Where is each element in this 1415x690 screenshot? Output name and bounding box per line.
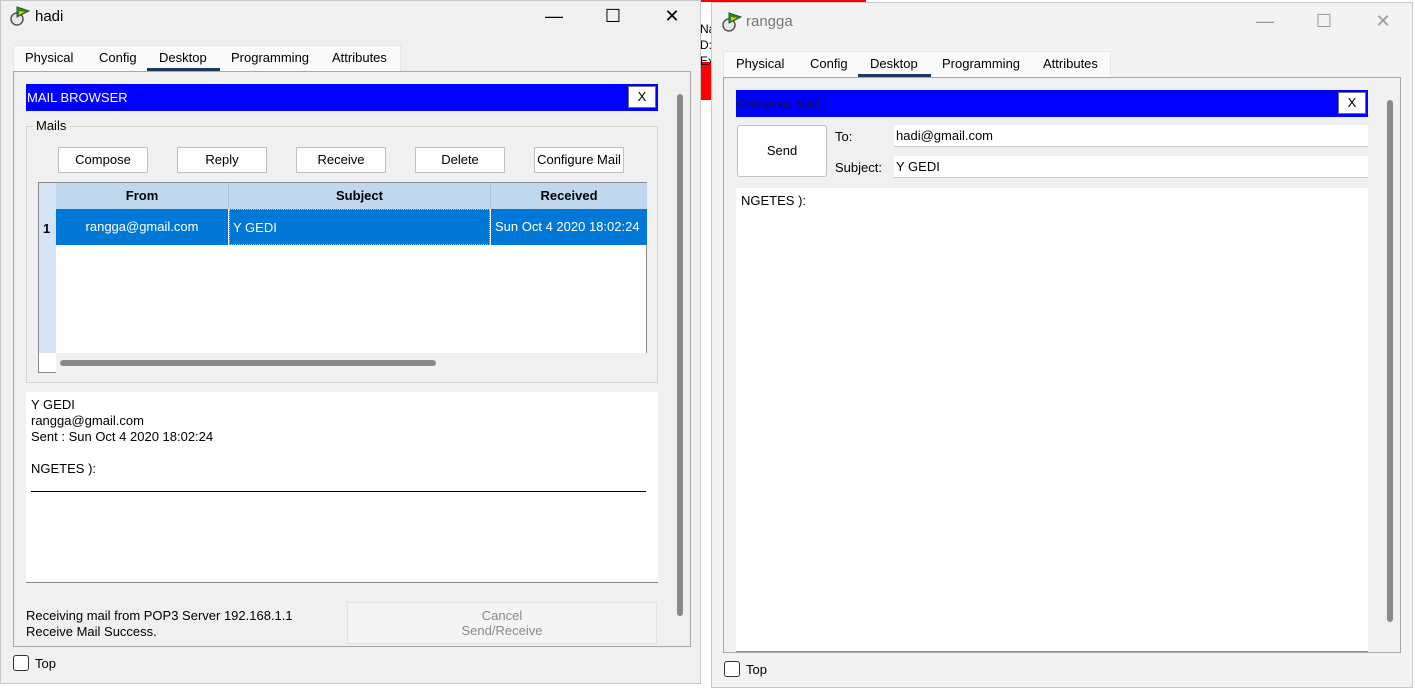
delete-button[interactable]: Delete: [415, 147, 505, 173]
cancel-button-label-1: Cancel: [481, 608, 523, 623]
minimize-button[interactable]: —: [1242, 6, 1288, 36]
preview-sent: Sent : Sun Oct 4 2020 18:02:24: [31, 429, 214, 444]
configure-mail-button[interactable]: Configure Mail: [534, 147, 624, 173]
tab-programming[interactable]: Programming: [231, 50, 309, 65]
desktop-panel: Compose Mail X Send To: hadi@gmail.com S…: [723, 77, 1401, 653]
mail-browser-titlebar: MAIL BROWSER: [26, 84, 658, 111]
mail-browser-title: MAIL BROWSER: [27, 90, 128, 105]
tab-physical[interactable]: Physical: [25, 50, 73, 65]
status-line-2: Receive Mail Success.: [26, 624, 157, 639]
to-field[interactable]: hadi@gmail.com: [894, 125, 1368, 147]
preview-bottom-line: [26, 582, 658, 583]
compose-button[interactable]: Compose: [58, 147, 148, 173]
compose-close-button[interactable]: X: [1338, 92, 1366, 114]
mail-preview[interactable]: Y GEDI rangga@gmail.com Sent : Sun Oct 4…: [26, 392, 658, 582]
subject-field[interactable]: Y GEDI: [894, 156, 1368, 178]
status-line-1: Receiving mail from POP3 Server 192.168.…: [26, 608, 293, 623]
tab-attributes[interactable]: Attributes: [332, 50, 387, 65]
vertical-scrollbar[interactable]: [677, 94, 683, 616]
minimize-button[interactable]: —: [531, 1, 577, 31]
mail-body-text: NGETES ):: [741, 193, 807, 208]
window-title: hadi: [35, 8, 64, 25]
to-label: To:: [835, 129, 853, 144]
row-number: 1: [43, 221, 51, 236]
top-checkbox[interactable]: [724, 661, 740, 677]
maximize-button[interactable]: ☐: [590, 1, 636, 31]
tab-bar: Physical Config Desktop Programming Attr…: [723, 51, 1111, 77]
top-label: Top: [746, 662, 767, 677]
cell-subject[interactable]: Y GEDI: [229, 209, 490, 245]
rangga-window: rangga — ☐ ✕ Physical Config Desktop Pro…: [711, 2, 1413, 688]
mail-browser-close-button[interactable]: X: [628, 86, 656, 108]
tab-config[interactable]: Config: [99, 50, 137, 65]
hadi-window: hadi — ☐ ✕ Physical Config Desktop Progr…: [0, 0, 701, 684]
preview-from: rangga@gmail.com: [31, 413, 144, 428]
desktop-panel: MAIL BROWSER X Mails Compose Reply Recei…: [13, 71, 691, 647]
tab-bar: Physical Config Desktop Programming Attr…: [13, 45, 401, 71]
column-header-from[interactable]: From: [56, 183, 229, 209]
close-button[interactable]: ✕: [649, 1, 695, 31]
top-checkbox[interactable]: [13, 655, 29, 671]
send-button[interactable]: Send: [737, 125, 827, 177]
packet-tracer-icon: [10, 6, 31, 26]
column-header-subject[interactable]: Subject: [229, 183, 491, 209]
cancel-button-label-2: Send/Receive: [461, 623, 543, 638]
close-button[interactable]: ✕: [1360, 6, 1406, 36]
packet-tracer-icon: [722, 12, 743, 32]
rangga-titlebar[interactable]: rangga — ☐ ✕: [712, 3, 1412, 37]
window-title: rangga: [746, 13, 793, 30]
column-header-received[interactable]: Received: [491, 183, 647, 209]
cell-from[interactable]: rangga@gmail.com: [56, 209, 228, 245]
preview-divider: [31, 491, 646, 492]
hadi-titlebar[interactable]: hadi — ☐ ✕: [1, 1, 700, 35]
cancel-send-receive-button[interactable]: Cancel Send/Receive: [347, 602, 657, 644]
preview-body: NGETES ):: [31, 461, 97, 476]
receive-button[interactable]: Receive: [296, 147, 386, 173]
compose-mail-title: Compose Mail: [737, 96, 821, 111]
tab-attributes[interactable]: Attributes: [1043, 56, 1098, 71]
preview-subject: Y GEDI: [31, 397, 75, 412]
mails-group: Mails Compose Reply Receive Delete Confi…: [26, 118, 658, 383]
tab-physical[interactable]: Physical: [736, 56, 784, 71]
compose-mail-titlebar: Compose Mail: [736, 90, 1368, 117]
tab-config[interactable]: Config: [810, 56, 848, 71]
horizontal-scrollbar[interactable]: [56, 353, 647, 373]
subject-label: Subject:: [835, 160, 882, 175]
mail-table: From Subject Received 1 rangga@gmail.com…: [38, 182, 647, 373]
scrollbar-thumb[interactable]: [60, 360, 436, 366]
cell-received[interactable]: Sun Oct 4 2020 18:02:24: [491, 209, 647, 245]
row-number-column: [39, 183, 56, 353]
maximize-button[interactable]: ☐: [1301, 6, 1347, 36]
top-label: Top: [35, 656, 56, 671]
tab-desktop[interactable]: Desktop: [159, 50, 207, 65]
vertical-scrollbar[interactable]: [1387, 100, 1393, 622]
mail-body-editor[interactable]: NGETES ):: [736, 188, 1368, 652]
mails-group-label: Mails: [33, 118, 70, 133]
tab-programming[interactable]: Programming: [942, 56, 1020, 71]
tab-desktop[interactable]: Desktop: [870, 56, 918, 71]
reply-button[interactable]: Reply: [177, 147, 267, 173]
